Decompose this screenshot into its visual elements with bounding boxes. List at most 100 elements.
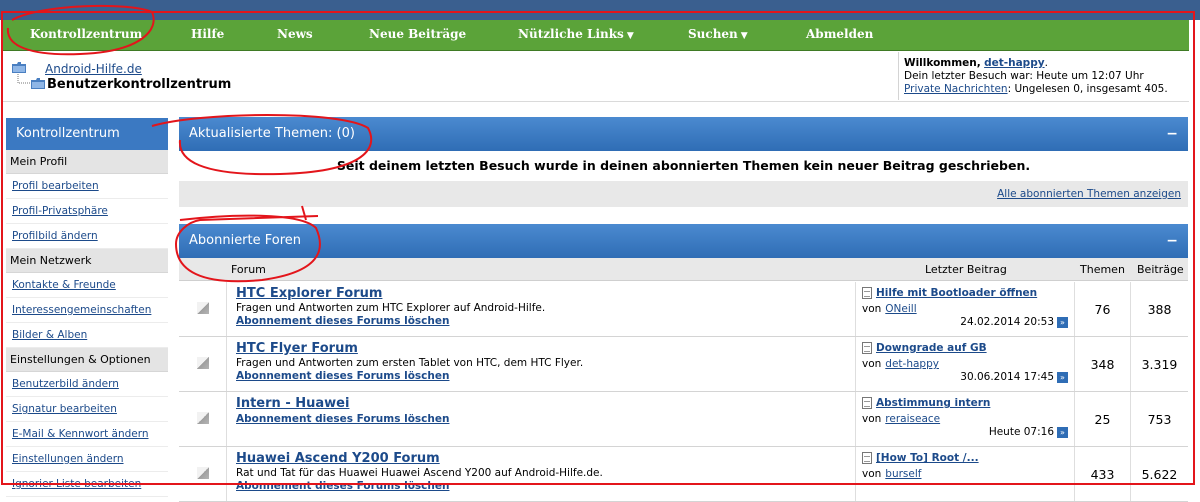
sidebar-item-ignorier-liste[interactable]: Ignorier-Liste bearbeiten	[6, 472, 168, 497]
sidebar-link[interactable]: E-Mail & Kennwort ändern	[12, 428, 149, 440]
post-icon	[862, 397, 872, 409]
sidebar-item-benutzerbild[interactable]: Benutzerbild ändern	[6, 372, 168, 397]
all-subscribed-threads-link[interactable]: Alle abonnierten Themen anzeigen	[997, 188, 1181, 200]
last-post-user-link[interactable]: burself	[885, 468, 921, 480]
last-post-user-link[interactable]: ONeill	[885, 303, 916, 315]
nav-neue-beitraege[interactable]: Neue Beiträge	[369, 20, 466, 50]
collapse-icon[interactable]: −	[1166, 117, 1178, 151]
goto-last-post-icon[interactable]: »	[1057, 316, 1068, 328]
unsubscribe-forum-link[interactable]: Abonnement dieses Forums löschen	[236, 315, 449, 327]
column-threads[interactable]: Themen	[1080, 258, 1125, 281]
last-post-title-link[interactable]: Abstimmung intern	[876, 397, 990, 409]
forum-status-cell	[179, 282, 227, 336]
sidebar-item-profil-privatsphaere[interactable]: Profil-Privatsphäre	[6, 199, 168, 224]
forum-status-icon	[197, 467, 209, 479]
updated-threads-title: Aktualisierte Themen: (0)	[189, 126, 355, 141]
post-count: 753	[1147, 412, 1172, 427]
nav-suchen[interactable]: Suchen ▼	[688, 20, 748, 50]
nav-abmelden[interactable]: Abmelden	[806, 20, 873, 50]
column-forum[interactable]: Forum	[231, 258, 266, 281]
sidebar-item-interessengemeinschaften[interactable]: Interessengemeinschaften	[6, 298, 168, 323]
last-post-user-link[interactable]: reraiseace	[885, 413, 940, 425]
sidebar-item-einstellungen[interactable]: Einstellungen ändern	[6, 447, 168, 472]
sidebar-item-profilbild-aendern[interactable]: Profilbild ändern	[6, 224, 168, 249]
column-posts[interactable]: Beiträge	[1137, 258, 1184, 281]
updated-threads-footer: Alle abonnierten Themen anzeigen	[179, 181, 1188, 207]
goto-last-post-icon[interactable]: »	[1057, 371, 1068, 383]
nav-news[interactable]: News	[277, 20, 313, 50]
welcome-line: Willkommen, det-happy.	[904, 57, 1189, 70]
forum-cell: Intern - Huawei Abonnement dieses Forums…	[227, 392, 856, 446]
sidebar-link[interactable]: Interessengemeinschaften	[12, 304, 151, 316]
forum-title-link[interactable]: Huawei Ascend Y200 Forum	[236, 451, 440, 466]
sidebar: Kontrollzentrum Mein Profil Profil bearb…	[6, 118, 168, 497]
last-visit-text: Dein letzter Besuch war: Heute um 12:07 …	[904, 70, 1144, 82]
forum-description: Rat und Tat für das Huawei Huawei Ascend…	[236, 467, 603, 479]
updated-threads-header: Aktualisierte Themen: (0) −	[179, 117, 1188, 151]
thread-count: 25	[1075, 392, 1131, 446]
main-navbar: Kontrollzentrum Hilfe News Neue Beiträge…	[3, 20, 1189, 51]
forum-status-cell	[179, 447, 227, 501]
forum-row: HTC Flyer Forum Fragen und Antworten zum…	[179, 337, 1188, 392]
sidebar-group-mein-netzwerk: Mein Netzwerk	[6, 249, 168, 273]
goto-last-post-icon[interactable]: »	[1057, 426, 1068, 438]
forum-description: Fragen und Antworten zum HTC Explorer au…	[236, 302, 546, 314]
nav-label: Hilfe	[191, 27, 225, 41]
last-post-cell: [How To] Root /... von burself	[856, 447, 1075, 501]
private-messages-link[interactable]: Private Nachrichten	[904, 83, 1008, 95]
sidebar-link[interactable]: Benutzerbild ändern	[12, 378, 119, 390]
by-label: von	[862, 413, 882, 425]
last-post-title-link[interactable]: Hilfe mit Bootloader öffnen	[876, 287, 1037, 299]
nav-nuetzliche-links[interactable]: Nützliche Links ▼	[518, 20, 634, 50]
last-post-user-link[interactable]: det-happy	[885, 358, 939, 370]
post-icon	[862, 342, 872, 354]
unsubscribe-forum-link[interactable]: Abonnement dieses Forums löschen	[236, 480, 449, 492]
top-strip	[0, 0, 1200, 20]
last-post-date: Heute 07:16	[988, 426, 1054, 438]
breadcrumb-home-link[interactable]: Android-Hilfe.de	[45, 62, 142, 76]
folder-open-icon	[31, 78, 45, 89]
column-last-post[interactable]: Letzter Beitrag	[925, 258, 1007, 281]
last-post-cell: Hilfe mit Bootloader öffnen von ONeill 24…	[856, 282, 1075, 336]
sidebar-item-kontakte[interactable]: Kontakte & Freunde	[6, 273, 168, 298]
sidebar-link[interactable]: Signatur bearbeiten	[12, 403, 117, 415]
last-post-title-link[interactable]: [How To] Root /...	[876, 452, 979, 464]
sidebar-link[interactable]: Profilbild ändern	[12, 230, 98, 242]
forum-row: HTC Explorer Forum Fragen und Antworten …	[179, 282, 1188, 337]
last-post-title-link[interactable]: Downgrade auf GB	[876, 342, 987, 354]
sidebar-link[interactable]: Ignorier-Liste bearbeiten	[12, 478, 141, 490]
sidebar-link[interactable]: Profil bearbeiten	[12, 180, 99, 192]
subscribed-forums-title: Abonnierte Foren	[189, 233, 302, 248]
forum-cell: Huawei Ascend Y200 Forum Rat und Tat für…	[227, 447, 856, 501]
page-title: Benutzerkontrollzentrum	[47, 77, 232, 92]
pm-line: Private Nachrichten: Ungelesen 0, insges…	[904, 83, 1189, 96]
sidebar-item-email-kennwort[interactable]: E-Mail & Kennwort ändern	[6, 422, 168, 447]
sidebar-item-bilder-alben[interactable]: Bilder & Alben	[6, 323, 168, 348]
sidebar-link[interactable]: Kontakte & Freunde	[12, 279, 116, 291]
forum-title-link[interactable]: HTC Flyer Forum	[236, 341, 358, 356]
nav-kontrollzentrum[interactable]: Kontrollzentrum	[30, 20, 142, 50]
collapse-icon[interactable]: −	[1166, 224, 1178, 258]
unsubscribe-forum-link[interactable]: Abonnement dieses Forums löschen	[236, 370, 449, 382]
thread-count: 76	[1075, 282, 1131, 336]
last-post-date: 30.06.2014 17:45	[960, 371, 1054, 383]
username-link[interactable]: det-happy	[984, 57, 1044, 69]
sidebar-item-signatur[interactable]: Signatur bearbeiten	[6, 397, 168, 422]
sidebar-link[interactable]: Bilder & Alben	[12, 329, 87, 341]
forum-title-link[interactable]: HTC Explorer Forum	[236, 286, 382, 301]
thread-count: 433	[1075, 447, 1131, 501]
tree-connector-icon	[17, 74, 31, 84]
sidebar-item-profil-bearbeiten[interactable]: Profil bearbeiten	[6, 174, 168, 199]
welcome-period: .	[1044, 57, 1048, 69]
forum-status-cell	[179, 392, 227, 446]
sidebar-link[interactable]: Profil-Privatsphäre	[12, 205, 108, 217]
forum-title-link[interactable]: Intern - Huawei	[236, 396, 349, 411]
last-post-cell: Abstimmung intern von reraiseace Heute 07…	[856, 392, 1075, 446]
last-post-date: 24.02.2014 20:53	[960, 316, 1054, 328]
sidebar-link[interactable]: Einstellungen ändern	[12, 453, 124, 465]
sidebar-title: Kontrollzentrum	[6, 118, 168, 150]
nav-hilfe[interactable]: Hilfe	[191, 20, 224, 50]
by-label: von	[862, 303, 882, 315]
unsubscribe-forum-link[interactable]: Abonnement dieses Forums löschen	[236, 413, 449, 425]
thread-count: 348	[1075, 337, 1131, 391]
